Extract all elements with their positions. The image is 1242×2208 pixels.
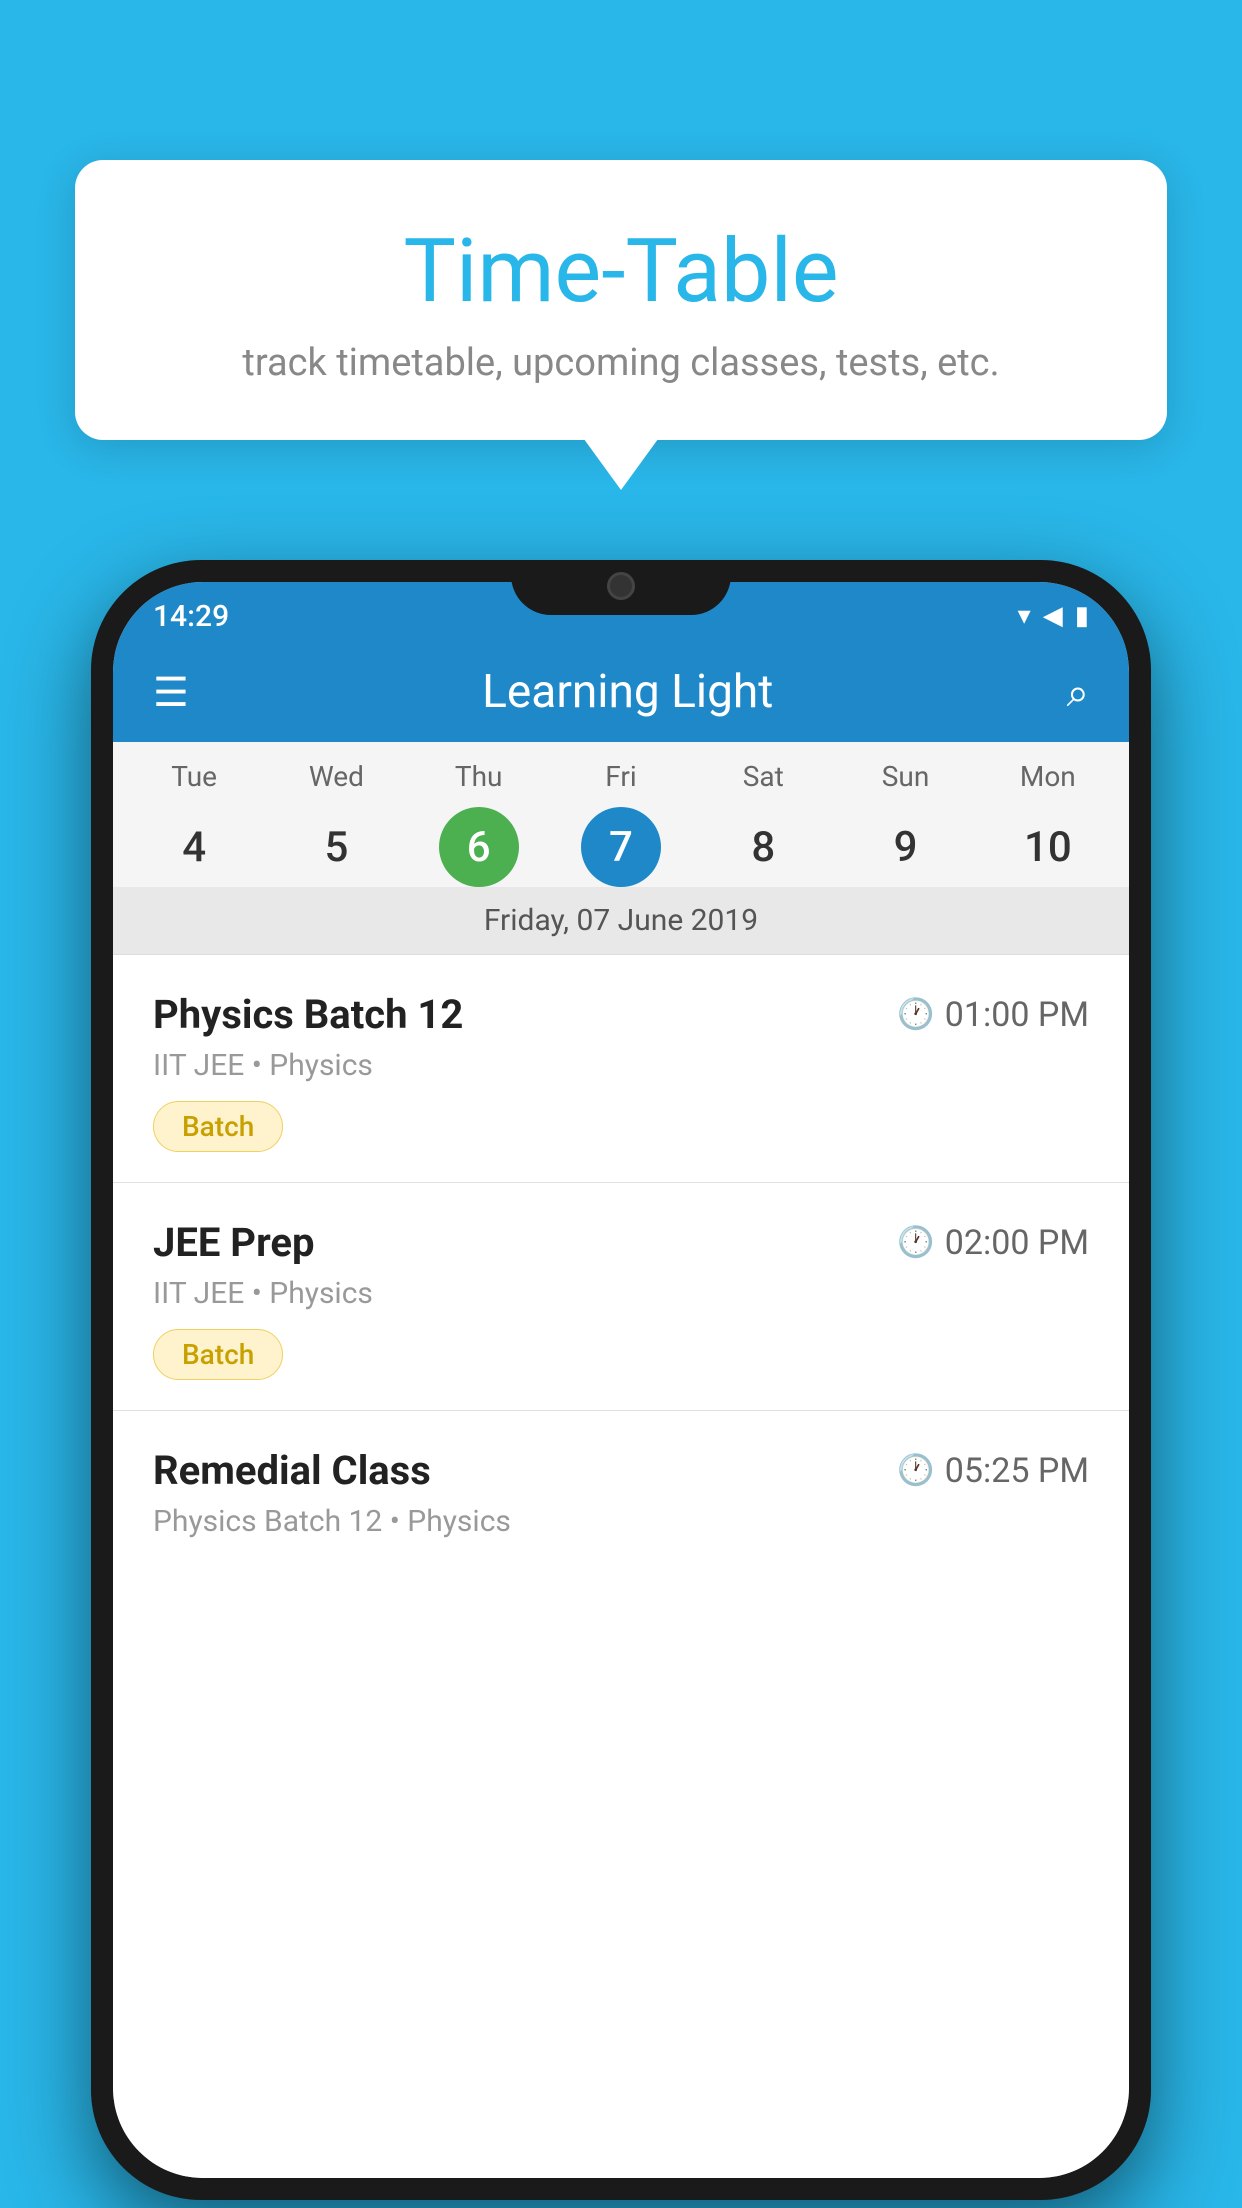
phone-notch (511, 560, 731, 615)
clock-icon-1: 🕐 (897, 997, 934, 1032)
phone-screen: 14:29 ▾ ◀ ▮ ☰ Learning Light ⌕ Tu (113, 582, 1129, 2178)
phone-mockup: 14:29 ▾ ◀ ▮ ☰ Learning Light ⌕ Tu (91, 560, 1151, 2200)
item-title-2: JEE Prep (153, 1219, 314, 1266)
app-title: Learning Light (482, 665, 773, 719)
day-col-sun[interactable]: Sun 9 (834, 760, 976, 887)
camera (607, 572, 635, 600)
day-name-sun: Sun (834, 760, 976, 793)
wifi-icon: ▾ (1018, 601, 1031, 631)
day-num-sat: 8 (723, 807, 803, 887)
day-col-tue[interactable]: Tue 4 (123, 760, 265, 887)
day-name-sat: Sat (692, 760, 834, 793)
status-time: 14:29 (153, 599, 229, 634)
day-col-wed[interactable]: Wed 5 (265, 760, 407, 887)
day-name-mon: Mon (977, 760, 1119, 793)
item-subtitle-2: IIT JEE • Physics (153, 1276, 1089, 1311)
bubble-subtitle: track timetable, upcoming classes, tests… (135, 341, 1107, 385)
day-num-mon: 10 (1008, 807, 1088, 887)
item-subtitle-1: IIT JEE • Physics (153, 1048, 1089, 1083)
batch-badge-2: Batch (153, 1329, 283, 1380)
day-col-mon[interactable]: Mon 10 (977, 760, 1119, 887)
item-title-1: Physics Batch 12 (153, 991, 463, 1038)
bubble-title: Time-Table (135, 220, 1107, 323)
day-col-fri[interactable]: Fri 7 (550, 760, 692, 887)
schedule-item-1[interactable]: Physics Batch 12 🕐 01:00 PM IIT JEE • Ph… (113, 955, 1129, 1183)
day-col-thu[interactable]: Thu 6 (408, 760, 550, 887)
item-time-3: 🕐 05:25 PM (897, 1451, 1089, 1491)
day-name-fri: Fri (550, 760, 692, 793)
day-name-wed: Wed (265, 760, 407, 793)
day-name-tue: Tue (123, 760, 265, 793)
day-col-sat[interactable]: Sat 8 (692, 760, 834, 887)
day-num-thu: 6 (439, 807, 519, 887)
battery-icon: ▮ (1075, 601, 1089, 631)
hamburger-icon[interactable]: ☰ (153, 669, 189, 716)
item-time-1: 🕐 01:00 PM (897, 995, 1089, 1035)
schedule-list: Physics Batch 12 🕐 01:00 PM IIT JEE • Ph… (113, 955, 1129, 2178)
signal-icon: ◀ (1043, 601, 1063, 631)
selected-date-label: Friday, 07 June 2019 (113, 887, 1129, 955)
calendar-week: Tue 4 Wed 5 Thu 6 Fri 7 (113, 742, 1129, 887)
item-subtitle-3: Physics Batch 12 • Physics (153, 1504, 1089, 1539)
item-time-2: 🕐 02:00 PM (897, 1223, 1089, 1263)
day-num-tue: 4 (154, 807, 234, 887)
day-num-sun: 9 (866, 807, 946, 887)
status-icons: ▾ ◀ ▮ (1018, 601, 1089, 631)
day-num-fri: 7 (581, 807, 661, 887)
schedule-item-2[interactable]: JEE Prep 🕐 02:00 PM IIT JEE • Physics Ba… (113, 1183, 1129, 1411)
speech-bubble: Time-Table track timetable, upcoming cla… (75, 160, 1167, 440)
search-icon[interactable]: ⌕ (1067, 669, 1089, 716)
day-num-wed: 5 (296, 807, 376, 887)
clock-icon-2: 🕐 (897, 1225, 934, 1260)
clock-icon-3: 🕐 (897, 1453, 934, 1488)
schedule-item-3[interactable]: Remedial Class 🕐 05:25 PM Physics Batch … (113, 1411, 1129, 1567)
day-name-thu: Thu (408, 760, 550, 793)
item-title-3: Remedial Class (153, 1447, 431, 1494)
batch-badge-1: Batch (153, 1101, 283, 1152)
app-bar: ☰ Learning Light ⌕ (113, 642, 1129, 742)
